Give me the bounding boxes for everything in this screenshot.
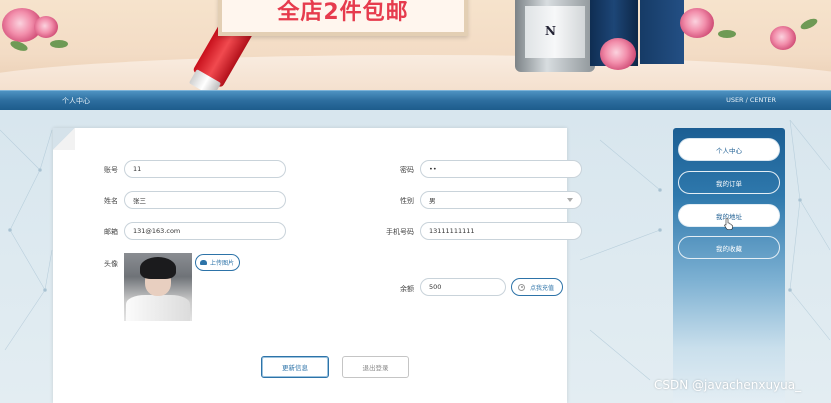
name-value: 张三 [133, 197, 146, 205]
banner-swoosh [0, 55, 831, 90]
page-fold-corner [53, 128, 75, 150]
leaf-decoration [718, 30, 736, 38]
nav-title: 个人中心 [62, 97, 90, 105]
radio-icon [518, 283, 525, 291]
cloud-upload-icon [200, 260, 207, 265]
sidebar: 个人中心 我的订单 我的地址 我的收藏 [673, 128, 785, 403]
product-box-image [640, 0, 684, 64]
sidebar-item-user-center[interactable]: 个人中心 [678, 138, 780, 161]
sidebar-item-label: 我的收藏 [716, 244, 742, 253]
recharge-label: 点我充值 [530, 284, 555, 292]
phone-label: 手机号码 [386, 228, 414, 236]
nav-bar: 个人中心 USER / CENTER [0, 90, 831, 110]
balance-value: 500 [429, 283, 442, 291]
sidebar-item-orders[interactable]: 我的订单 [678, 171, 780, 194]
upload-image-label: 上传图片 [210, 260, 235, 267]
nav-subtitle: USER / CENTER [726, 96, 776, 104]
password-label: 密码 [400, 166, 414, 174]
product-logo: N [545, 24, 556, 38]
phone-value: 13111111111 [429, 227, 475, 235]
recharge-button[interactable]: 点我充值 [511, 278, 564, 296]
account-value: 11 [133, 165, 142, 173]
gender-value: 男 [429, 197, 436, 205]
gender-label: 性别 [400, 197, 414, 205]
account-label: 账号 [104, 166, 118, 174]
promo-text: 全店2件包邮 [277, 0, 409, 25]
rose-decoration [34, 16, 58, 38]
leaf-decoration [50, 40, 68, 48]
rose-decoration [600, 38, 636, 70]
balance-label: 余额 [400, 285, 414, 293]
password-input[interactable]: •• [420, 160, 582, 178]
balance-input[interactable]: 500 [420, 278, 506, 296]
avatar-image [124, 253, 192, 321]
account-input[interactable]: 11 [124, 160, 286, 178]
update-info-button[interactable]: 更新信息 [261, 356, 329, 378]
sidebar-item-favorites[interactable]: 我的收藏 [678, 236, 780, 259]
email-value: 131@163.com [133, 227, 181, 235]
upload-image-button[interactable]: 上传图片 [195, 254, 241, 271]
sidebar-item-label: 我的订单 [716, 179, 742, 188]
watermark: CSDN @javachenxuyua_ [654, 378, 802, 392]
name-label: 姓名 [104, 197, 118, 205]
phone-input[interactable]: 13111111111 [420, 222, 582, 240]
cream-jar-image: N [515, 0, 595, 72]
gender-select[interactable]: 男 [420, 191, 582, 209]
leaf-decoration [799, 16, 819, 32]
name-input[interactable]: 张三 [124, 191, 286, 209]
rose-decoration [770, 26, 796, 50]
email-label: 邮箱 [104, 228, 118, 236]
avatar-label: 头像 [104, 260, 118, 268]
banner: 全店2件包邮 N [0, 0, 831, 90]
logout-button[interactable]: 退出登录 [342, 356, 409, 378]
email-input[interactable]: 131@163.com [124, 222, 286, 240]
rose-decoration [680, 8, 714, 38]
sidebar-item-label: 个人中心 [716, 146, 742, 155]
password-value: •• [429, 165, 437, 173]
hand-cursor-icon [724, 218, 733, 230]
chevron-down-icon [567, 198, 573, 202]
promo-sign: 全店2件包邮 [218, 0, 468, 36]
